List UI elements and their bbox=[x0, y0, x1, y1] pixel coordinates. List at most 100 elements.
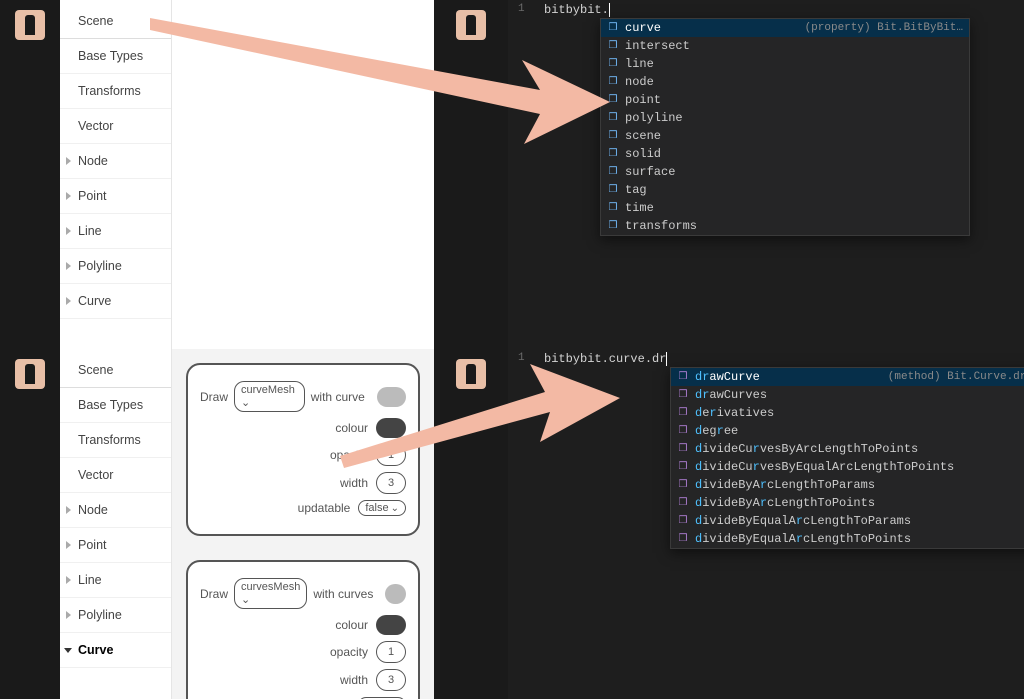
sidebar-item-node[interactable]: Node bbox=[60, 493, 171, 528]
sidebar-item-point[interactable]: Point bbox=[60, 179, 171, 214]
line-number: 1 bbox=[518, 352, 525, 364]
input-socket[interactable] bbox=[377, 387, 406, 407]
draw-label: Draw bbox=[200, 587, 228, 601]
ac-item-surface[interactable]: ❒ surface bbox=[601, 163, 969, 181]
autocomplete-popup[interactable]: ⓘ ❒ drawCurve(method) Bit.Curve.dr…❒ dra… bbox=[670, 367, 1024, 549]
cube-icon: ❒ bbox=[607, 166, 619, 178]
ac-item-line[interactable]: ❒ line bbox=[601, 55, 969, 73]
mesh-select[interactable]: curvesMesh ⌄ bbox=[234, 578, 307, 609]
cube-icon: ❒ bbox=[677, 515, 689, 527]
ac-item-0[interactable]: ❒ drawCurve(method) Bit.Curve.dr… bbox=[671, 368, 1024, 386]
cube-icon: ❒ bbox=[677, 497, 689, 509]
sidebar-item-base-types[interactable]: Base Types bbox=[60, 388, 171, 423]
cube-icon: ❒ bbox=[677, 533, 689, 545]
sidebar-item-base-types[interactable]: Base Types bbox=[60, 39, 171, 74]
cube-icon: ❒ bbox=[607, 130, 619, 142]
sidebar: SceneBase TypesTransformsVectorNodePoint… bbox=[60, 349, 172, 699]
sidebar-item-curve[interactable]: Curve bbox=[60, 284, 171, 319]
app-gutter bbox=[0, 0, 60, 349]
width-input[interactable]: 3 bbox=[376, 669, 406, 691]
ac-item-2[interactable]: ❒ derivatives bbox=[671, 404, 1024, 422]
input-socket[interactable] bbox=[385, 584, 406, 604]
cube-icon: ❒ bbox=[607, 94, 619, 106]
block-draw-curve[interactable]: Draw curveMesh ⌄ with curve colour opaci… bbox=[186, 363, 420, 536]
ac-item-point[interactable]: ❒ point bbox=[601, 91, 969, 109]
sidebar-item-vector[interactable]: Vector bbox=[60, 458, 171, 493]
ac-item-8[interactable]: ❒ divideByEqualArcLengthToParams bbox=[671, 512, 1024, 530]
colour-input[interactable] bbox=[376, 418, 406, 438]
sidebar-item-transforms[interactable]: Transforms bbox=[60, 74, 171, 109]
width-input[interactable]: 3 bbox=[376, 472, 406, 494]
ac-item-transforms[interactable]: ❒ transforms bbox=[601, 217, 969, 235]
cube-icon: ❒ bbox=[677, 371, 689, 383]
cube-icon: ❒ bbox=[607, 148, 619, 160]
updatable-label: updatable bbox=[298, 501, 351, 515]
sidebar-item-scene[interactable]: Scene bbox=[60, 4, 171, 39]
ac-item-polyline[interactable]: ❒ polyline bbox=[601, 109, 969, 127]
sidebar-item-polyline[interactable]: Polyline bbox=[60, 249, 171, 284]
ac-item-4[interactable]: ❒ divideCurvesByArcLengthToPoints bbox=[671, 440, 1024, 458]
cube-icon: ❒ bbox=[607, 202, 619, 214]
sidebar-item-line[interactable]: Line bbox=[60, 214, 171, 249]
ac-item-tag[interactable]: ❒ tag bbox=[601, 181, 969, 199]
ac-item-6[interactable]: ❒ divideByArcLengthToParams bbox=[671, 476, 1024, 494]
ac-hint: (property) Bit.BitByBit… bbox=[785, 22, 963, 34]
cube-icon: ❒ bbox=[607, 22, 619, 34]
updatable-select[interactable]: false bbox=[358, 500, 406, 516]
cube-icon: ❒ bbox=[677, 443, 689, 455]
ac-hint: (method) Bit.Curve.dr… bbox=[868, 371, 1024, 383]
code-editor[interactable]: 1 bitbybit. ❒ curve(property) Bit.BitByB… bbox=[434, 0, 1024, 349]
opacity-label: opacity bbox=[330, 645, 368, 659]
colour-input[interactable] bbox=[376, 615, 406, 635]
colour-label: colour bbox=[335, 618, 368, 632]
sidebar-item-scene[interactable]: Scene bbox=[60, 353, 171, 388]
ac-item-9[interactable]: ❒ divideByEqualArcLengthToPoints bbox=[671, 530, 1024, 548]
sidebar-item-node[interactable]: Node bbox=[60, 144, 171, 179]
cube-icon: ❒ bbox=[677, 425, 689, 437]
ac-item-curve[interactable]: ❒ curve(property) Bit.BitByBit… bbox=[601, 19, 969, 37]
sidebar-item-polyline[interactable]: Polyline bbox=[60, 598, 171, 633]
sidebar-item-transforms[interactable]: Transforms bbox=[60, 423, 171, 458]
ac-item-3[interactable]: ❒ degree bbox=[671, 422, 1024, 440]
cube-icon: ❒ bbox=[607, 112, 619, 124]
draw-label: Draw bbox=[200, 390, 228, 404]
opacity-input[interactable]: 1 bbox=[376, 641, 406, 663]
app-logo-icon bbox=[456, 359, 486, 389]
cube-icon: ❒ bbox=[607, 220, 619, 232]
cube-icon: ❒ bbox=[607, 76, 619, 88]
code-editor[interactable]: 1 bitbybit.curve.dr ⓘ ❒ drawCurve(method… bbox=[434, 349, 1024, 699]
line-number: 1 bbox=[518, 3, 525, 15]
sidebar-item-line[interactable]: Line bbox=[60, 563, 171, 598]
cube-icon: ❒ bbox=[607, 58, 619, 70]
sidebar: SceneBase TypesTransformsVectorNodePoint… bbox=[60, 0, 172, 349]
app-logo-icon bbox=[15, 359, 45, 389]
cube-icon: ❒ bbox=[677, 479, 689, 491]
cube-icon: ❒ bbox=[677, 461, 689, 473]
ac-item-scene[interactable]: ❒ scene bbox=[601, 127, 969, 145]
cube-icon: ❒ bbox=[607, 40, 619, 52]
colour-label: colour bbox=[335, 421, 368, 435]
ac-item-node[interactable]: ❒ node bbox=[601, 73, 969, 91]
ac-item-1[interactable]: ❒ drawCurves bbox=[671, 386, 1024, 404]
sidebar-item-vector[interactable]: Vector bbox=[60, 109, 171, 144]
cube-icon: ❒ bbox=[607, 184, 619, 196]
sidebar-item-point[interactable]: Point bbox=[60, 528, 171, 563]
app-gutter bbox=[0, 349, 60, 699]
opacity-input[interactable]: 1 bbox=[376, 444, 406, 466]
mesh-select[interactable]: curveMesh ⌄ bbox=[234, 381, 305, 412]
ac-item-time[interactable]: ❒ time bbox=[601, 199, 969, 217]
cube-icon: ❒ bbox=[677, 389, 689, 401]
with-label: with curves bbox=[313, 587, 373, 601]
ac-item-intersect[interactable]: ❒ intersect bbox=[601, 37, 969, 55]
blocks-canvas: Draw curveMesh ⌄ with curve colour opaci… bbox=[172, 349, 434, 699]
autocomplete-popup[interactable]: ❒ curve(property) Bit.BitByBit…❒ interse… bbox=[600, 18, 970, 236]
opacity-label: opacity bbox=[330, 448, 368, 462]
sidebar-item-curve[interactable]: Curve bbox=[60, 633, 171, 668]
code-line[interactable]: bitbybit.curve.dr bbox=[544, 352, 667, 366]
ac-item-solid[interactable]: ❒ solid bbox=[601, 145, 969, 163]
ac-item-7[interactable]: ❒ divideByArcLengthToPoints bbox=[671, 494, 1024, 512]
code-line[interactable]: bitbybit. bbox=[544, 3, 610, 17]
ac-item-5[interactable]: ❒ divideCurvesByEqualArcLengthToPoints bbox=[671, 458, 1024, 476]
width-label: width bbox=[340, 476, 368, 490]
block-draw-curves[interactable]: Draw curvesMesh ⌄ with curves colour opa… bbox=[186, 560, 420, 699]
